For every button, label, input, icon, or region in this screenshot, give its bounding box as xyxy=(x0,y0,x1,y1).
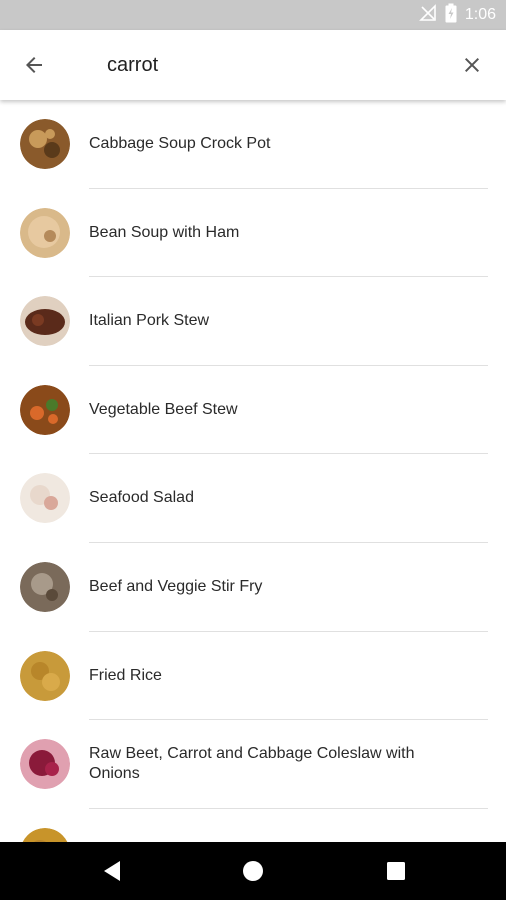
result-item[interactable]: Raw Beet, Carrot and Cabbage Coleslaw wi… xyxy=(0,720,506,809)
nav-back-button[interactable] xyxy=(97,856,127,886)
recipe-title: Cabbage Soup Crock Pot xyxy=(89,135,271,152)
no-signal-icon xyxy=(418,3,437,27)
back-button[interactable] xyxy=(16,47,52,83)
recipe-thumbnail xyxy=(20,296,70,347)
search-toolbar xyxy=(0,30,506,100)
close-icon xyxy=(465,58,479,72)
result-item[interactable]: Bean Soup with Ham xyxy=(0,189,506,278)
recipe-thumbnail xyxy=(20,384,70,435)
result-item[interactable]: Fried Rice xyxy=(0,632,506,721)
recipe-title: Vegetable Beef Stew xyxy=(89,400,238,418)
battery-icon xyxy=(445,3,457,28)
recipe-title: Raw Beet, Carrot and Cabbage Coleslaw wi… xyxy=(89,745,415,783)
system-navigation-bar xyxy=(0,842,506,900)
recipe-thumbnail xyxy=(20,650,70,701)
recipe-title: Seafood Salad xyxy=(89,489,194,507)
triangle-back-icon xyxy=(104,861,120,881)
recipe-thumbnail xyxy=(20,473,70,524)
status-time: 1:06 xyxy=(464,6,496,23)
result-item[interactable]: Seafood Salad xyxy=(0,454,506,543)
arrow-back-icon xyxy=(26,57,42,73)
recipe-title: Bean Soup with Ham xyxy=(89,223,240,241)
recipe-thumbnail xyxy=(20,827,70,842)
recipe-title: Fried Rice xyxy=(89,666,162,684)
recipe-thumbnail xyxy=(20,119,70,169)
nav-recents-button[interactable] xyxy=(381,856,411,886)
recipe-title: Italian Pork Stew xyxy=(89,312,210,330)
result-item[interactable]: Vegetable Beef Stew xyxy=(0,366,506,455)
recipe-thumbnail xyxy=(20,561,70,612)
recipe-title: Beef and Veggie Stir Fry xyxy=(89,577,263,595)
search-input[interactable] xyxy=(107,48,407,82)
square-recents-icon xyxy=(387,862,405,880)
clear-search-button[interactable] xyxy=(454,47,490,83)
result-item[interactable]: Beef and Veggie Stir Fry xyxy=(0,543,506,632)
result-item[interactable] xyxy=(0,809,506,842)
recipe-thumbnail xyxy=(20,207,70,258)
circle-home-icon xyxy=(243,861,263,881)
status-bar: 1:06 xyxy=(0,0,506,30)
status-icons: 1:06 xyxy=(418,0,496,30)
result-item[interactable]: Cabbage Soup Crock Pot xyxy=(0,100,506,189)
search-results-list: Cabbage Soup Crock Pot Bean Soup with Ha… xyxy=(0,100,506,842)
nav-home-button[interactable] xyxy=(238,856,268,886)
recipe-title xyxy=(89,809,466,842)
result-item[interactable]: Italian Pork Stew xyxy=(0,277,506,366)
recipe-thumbnail xyxy=(20,739,70,790)
